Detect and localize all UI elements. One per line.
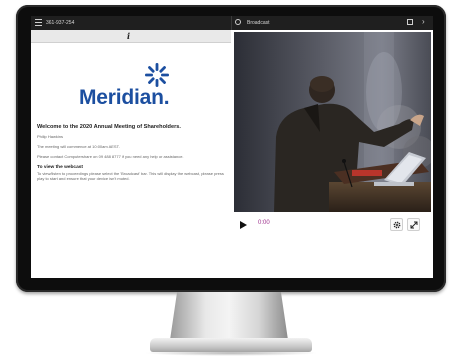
meeting-info-panel: i Meridian. Welcome to the 2020 Annual M… [31,30,231,278]
expand-button[interactable] [407,218,420,231]
gear-icon [393,221,401,229]
logo-mark-icon [145,63,169,87]
broadcast-icon[interactable] [235,19,241,25]
commence-text: The meeting will commence at 10:00am AES… [37,144,120,149]
webcast-instructions: To view/listen to proceedings please sel… [37,171,224,181]
monitor-stand [170,292,288,340]
player-controls: 0:00 [232,218,433,236]
broadcast-panel: 0:00 [232,30,433,278]
playback-time: 0:00 [258,220,270,226]
screen: 361-937-254 Broadcast › i Meridian. Welc… [31,16,433,278]
play-icon[interactable] [240,221,247,229]
contact-text: Please contact Computershare on 09 488 8… [37,154,184,159]
webcast-heading: To view the webcast [37,165,84,170]
meeting-content: Welcome to the 2020 Annual Meeting of Sh… [37,124,227,186]
logo-text: Meridian. [79,86,170,109]
presenter-name: Philip Hawkins [37,134,64,139]
meridian-logo: Meridian. [79,62,189,112]
chevron-right-icon[interactable]: › [422,17,425,26]
menu-icon[interactable] [35,19,42,26]
fullscreen-icon[interactable] [407,19,413,25]
settings-button[interactable] [390,218,403,231]
info-icon[interactable]: i [127,31,130,41]
expand-icon [410,221,418,229]
monitor-base [150,338,312,352]
video-player[interactable] [234,32,431,212]
broadcast-tab-label[interactable]: Broadcast [247,20,270,26]
topbar-divider [231,16,232,30]
phone-number: 361-937-254 [46,20,75,26]
info-bar[interactable]: i [31,30,231,43]
top-bar: 361-937-254 Broadcast › [31,16,433,30]
welcome-heading: Welcome to the 2020 Annual Meeting of Sh… [37,124,181,130]
speaker-video-frame [234,32,431,212]
